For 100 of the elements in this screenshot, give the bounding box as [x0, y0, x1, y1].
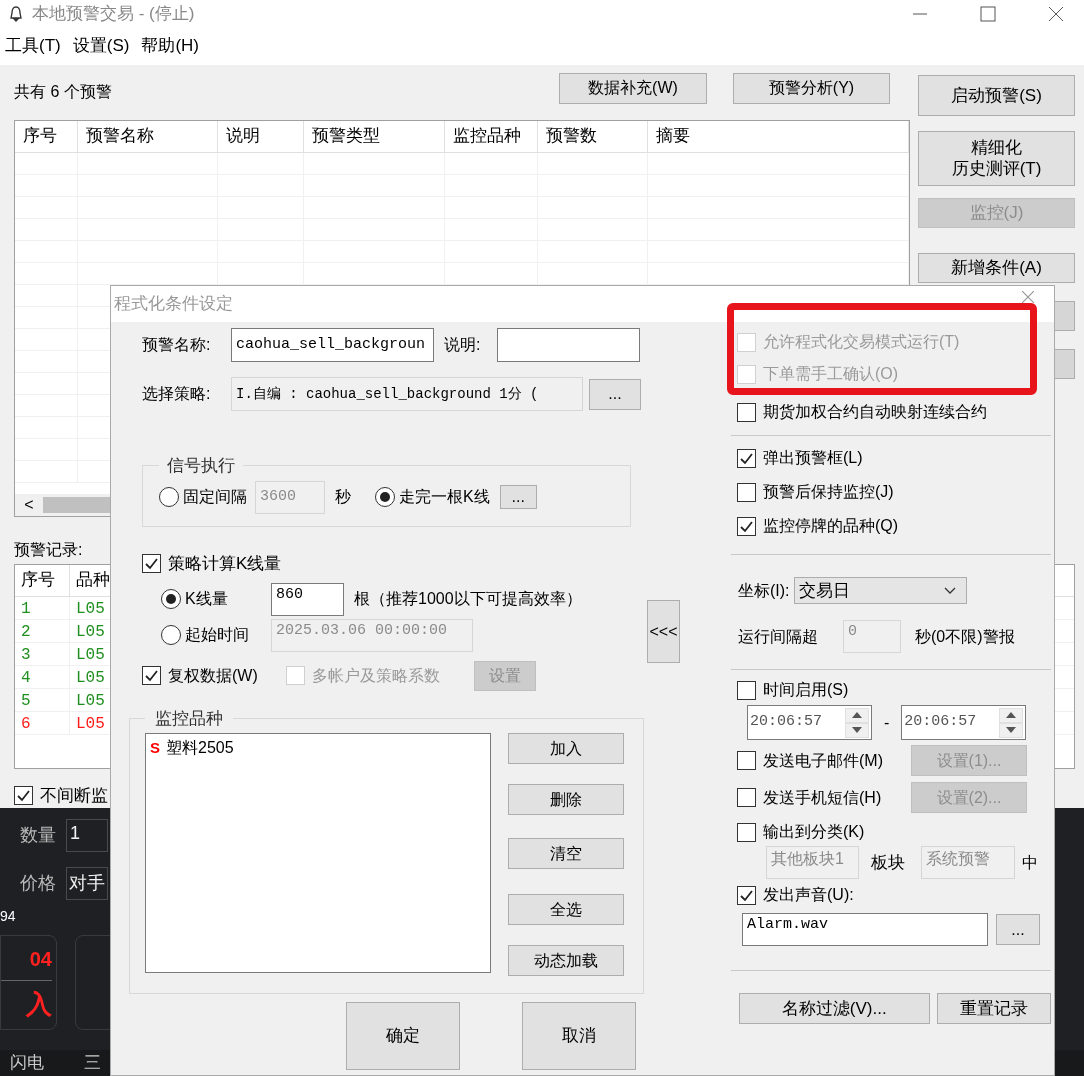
- field-label: 价格: [20, 871, 56, 895]
- button[interactable]: ...: [499, 485, 537, 509]
- menu-item[interactable]: 帮助(H): [141, 33, 199, 59]
- button[interactable]: 名称过滤(V)...: [739, 993, 930, 1024]
- field-label: 板块: [871, 851, 906, 874]
- table-cell: 5: [15, 688, 70, 711]
- radio-button[interactable]: [161, 589, 181, 609]
- checkbox[interactable]: [737, 482, 756, 502]
- checkbox[interactable]: [737, 822, 756, 842]
- tab[interactable]: 闪电: [10, 1050, 44, 1076]
- button[interactable]: ...: [589, 378, 641, 410]
- price-field[interactable]: 对手: [66, 866, 108, 900]
- table-cell: 6: [15, 711, 70, 734]
- checkbox[interactable]: [737, 516, 756, 536]
- field-label: 预警名称:: [142, 335, 212, 355]
- dropdown[interactable]: 交易日: [793, 577, 967, 604]
- button[interactable]: 加入: [508, 733, 624, 764]
- checkbox[interactable]: [14, 785, 33, 805]
- checkbox[interactable]: [737, 751, 756, 770]
- list-item[interactable]: S 塑料2505: [150, 736, 234, 760]
- button[interactable]: 新增条件(A): [918, 252, 1075, 283]
- chevron-down-icon: [943, 586, 956, 595]
- radio-button[interactable]: [161, 625, 181, 645]
- input-field[interactable]: Alarm.wav: [742, 913, 988, 946]
- menu-item[interactable]: 工具(T): [5, 33, 61, 59]
- bell-icon: [8, 5, 24, 22]
- dialog-title: 程式化条件设定: [114, 293, 233, 316]
- input-field[interactable]: caohua_sell_backgroun: [231, 328, 434, 362]
- checkbox-label: 发送手机短信(H): [763, 787, 882, 808]
- button[interactable]: 确定: [346, 1001, 460, 1070]
- column-header[interactable]: 说明: [218, 120, 304, 152]
- close-icon[interactable]: [1048, 5, 1064, 22]
- button[interactable]: 全选: [508, 894, 624, 925]
- scroll-left-button[interactable]: <: [15, 492, 43, 517]
- group-title: 信号执行: [166, 455, 236, 477]
- button[interactable]: 精细化 历史测评(T): [918, 130, 1075, 186]
- checkbox-label: 发送电子邮件(M): [763, 750, 883, 771]
- button[interactable]: 数据补充(W): [559, 72, 707, 104]
- checkbox-label: 允许程式化交易模式运行(T): [763, 332, 960, 352]
- checkbox-label: 弹出预警框(L): [763, 448, 863, 468]
- spin-up-icon[interactable]: [999, 707, 1024, 723]
- field-label: 运行间隔超: [738, 626, 819, 647]
- order-card[interactable]: 04 入: [0, 935, 57, 1030]
- time-field[interactable]: 20:06:57: [901, 705, 1027, 740]
- checkbox-label: 发出声音(U):: [763, 885, 854, 905]
- range-separator: -: [884, 712, 890, 733]
- section-label: 预警记录:: [14, 539, 84, 560]
- field-label: 中: [1022, 852, 1038, 873]
- checkbox[interactable]: [737, 448, 756, 468]
- unit-label: 秒(0不限)警报: [915, 626, 1015, 647]
- button[interactable]: 取消: [522, 1001, 636, 1070]
- field-label: 数量: [20, 823, 56, 847]
- column-header[interactable]: 预警名称: [78, 120, 218, 152]
- input-field[interactable]: [497, 328, 640, 362]
- menu-item[interactable]: 设置(S): [72, 33, 130, 59]
- checkbox[interactable]: [737, 885, 756, 905]
- input-field[interactable]: I.自编 : caohua_sell_background 1分 (: [231, 377, 583, 411]
- contract-code: 94: [0, 907, 16, 926]
- column-header[interactable]: 序号: [15, 120, 78, 152]
- checkbox-label: 期货加权合约自动映射连续合约: [763, 402, 987, 422]
- checkbox-label: 不间断监: [40, 784, 108, 807]
- button[interactable]: 重置记录: [936, 993, 1051, 1024]
- alert-count: 共有 6 个预警: [14, 82, 112, 103]
- table-cell: 1: [15, 596, 70, 619]
- checkbox-label: 预警后保持监控(J): [763, 482, 894, 502]
- scroll-thumb[interactable]: [43, 496, 113, 513]
- button[interactable]: <<<: [647, 600, 680, 663]
- table-cell: 4: [15, 665, 70, 688]
- column-header[interactable]: 预警数: [538, 120, 648, 152]
- checkbox[interactable]: [737, 402, 756, 422]
- quantity-field[interactable]: 1: [66, 818, 108, 852]
- field-label: 坐标(I):: [738, 580, 790, 601]
- checkbox[interactable]: [142, 666, 161, 685]
- checkbox-label: 多帐户及策略系数: [312, 665, 440, 686]
- hint-text: 根（推荐1000以下可提高效率）: [354, 589, 582, 609]
- checkbox-label: 复权数据(W): [168, 665, 258, 686]
- input-field[interactable]: 860: [271, 582, 344, 616]
- table-cell: 3: [15, 642, 70, 665]
- radio-button[interactable]: [375, 487, 395, 507]
- spin-up-icon[interactable]: [845, 707, 869, 723]
- tab[interactable]: 三: [84, 1050, 101, 1076]
- column-header[interactable]: 摘要: [648, 120, 909, 152]
- list-box[interactable]: S 塑料2505: [145, 733, 491, 973]
- checkbox[interactable]: [142, 554, 161, 574]
- button[interactable]: 预警分析(Y): [733, 72, 890, 104]
- checkbox[interactable]: [737, 788, 756, 807]
- time-field[interactable]: 20:06:57: [747, 705, 872, 740]
- radio-button[interactable]: [159, 487, 179, 507]
- unit-label: 秒: [335, 487, 351, 507]
- checkbox[interactable]: [737, 680, 756, 700]
- button[interactable]: ...: [996, 914, 1040, 945]
- button[interactable]: 清空: [508, 838, 624, 869]
- button[interactable]: 删除: [508, 784, 624, 815]
- button[interactable]: 动态加载: [508, 945, 624, 976]
- radio-label: 起始时间: [185, 625, 249, 645]
- checkbox-label: 时间启用(S): [763, 680, 849, 700]
- button[interactable]: 启动预警(S): [918, 74, 1075, 116]
- column-header[interactable]: 预警类型: [304, 120, 445, 152]
- column-header[interactable]: 监控品种: [445, 120, 538, 152]
- column-header[interactable]: 序号: [15, 564, 70, 596]
